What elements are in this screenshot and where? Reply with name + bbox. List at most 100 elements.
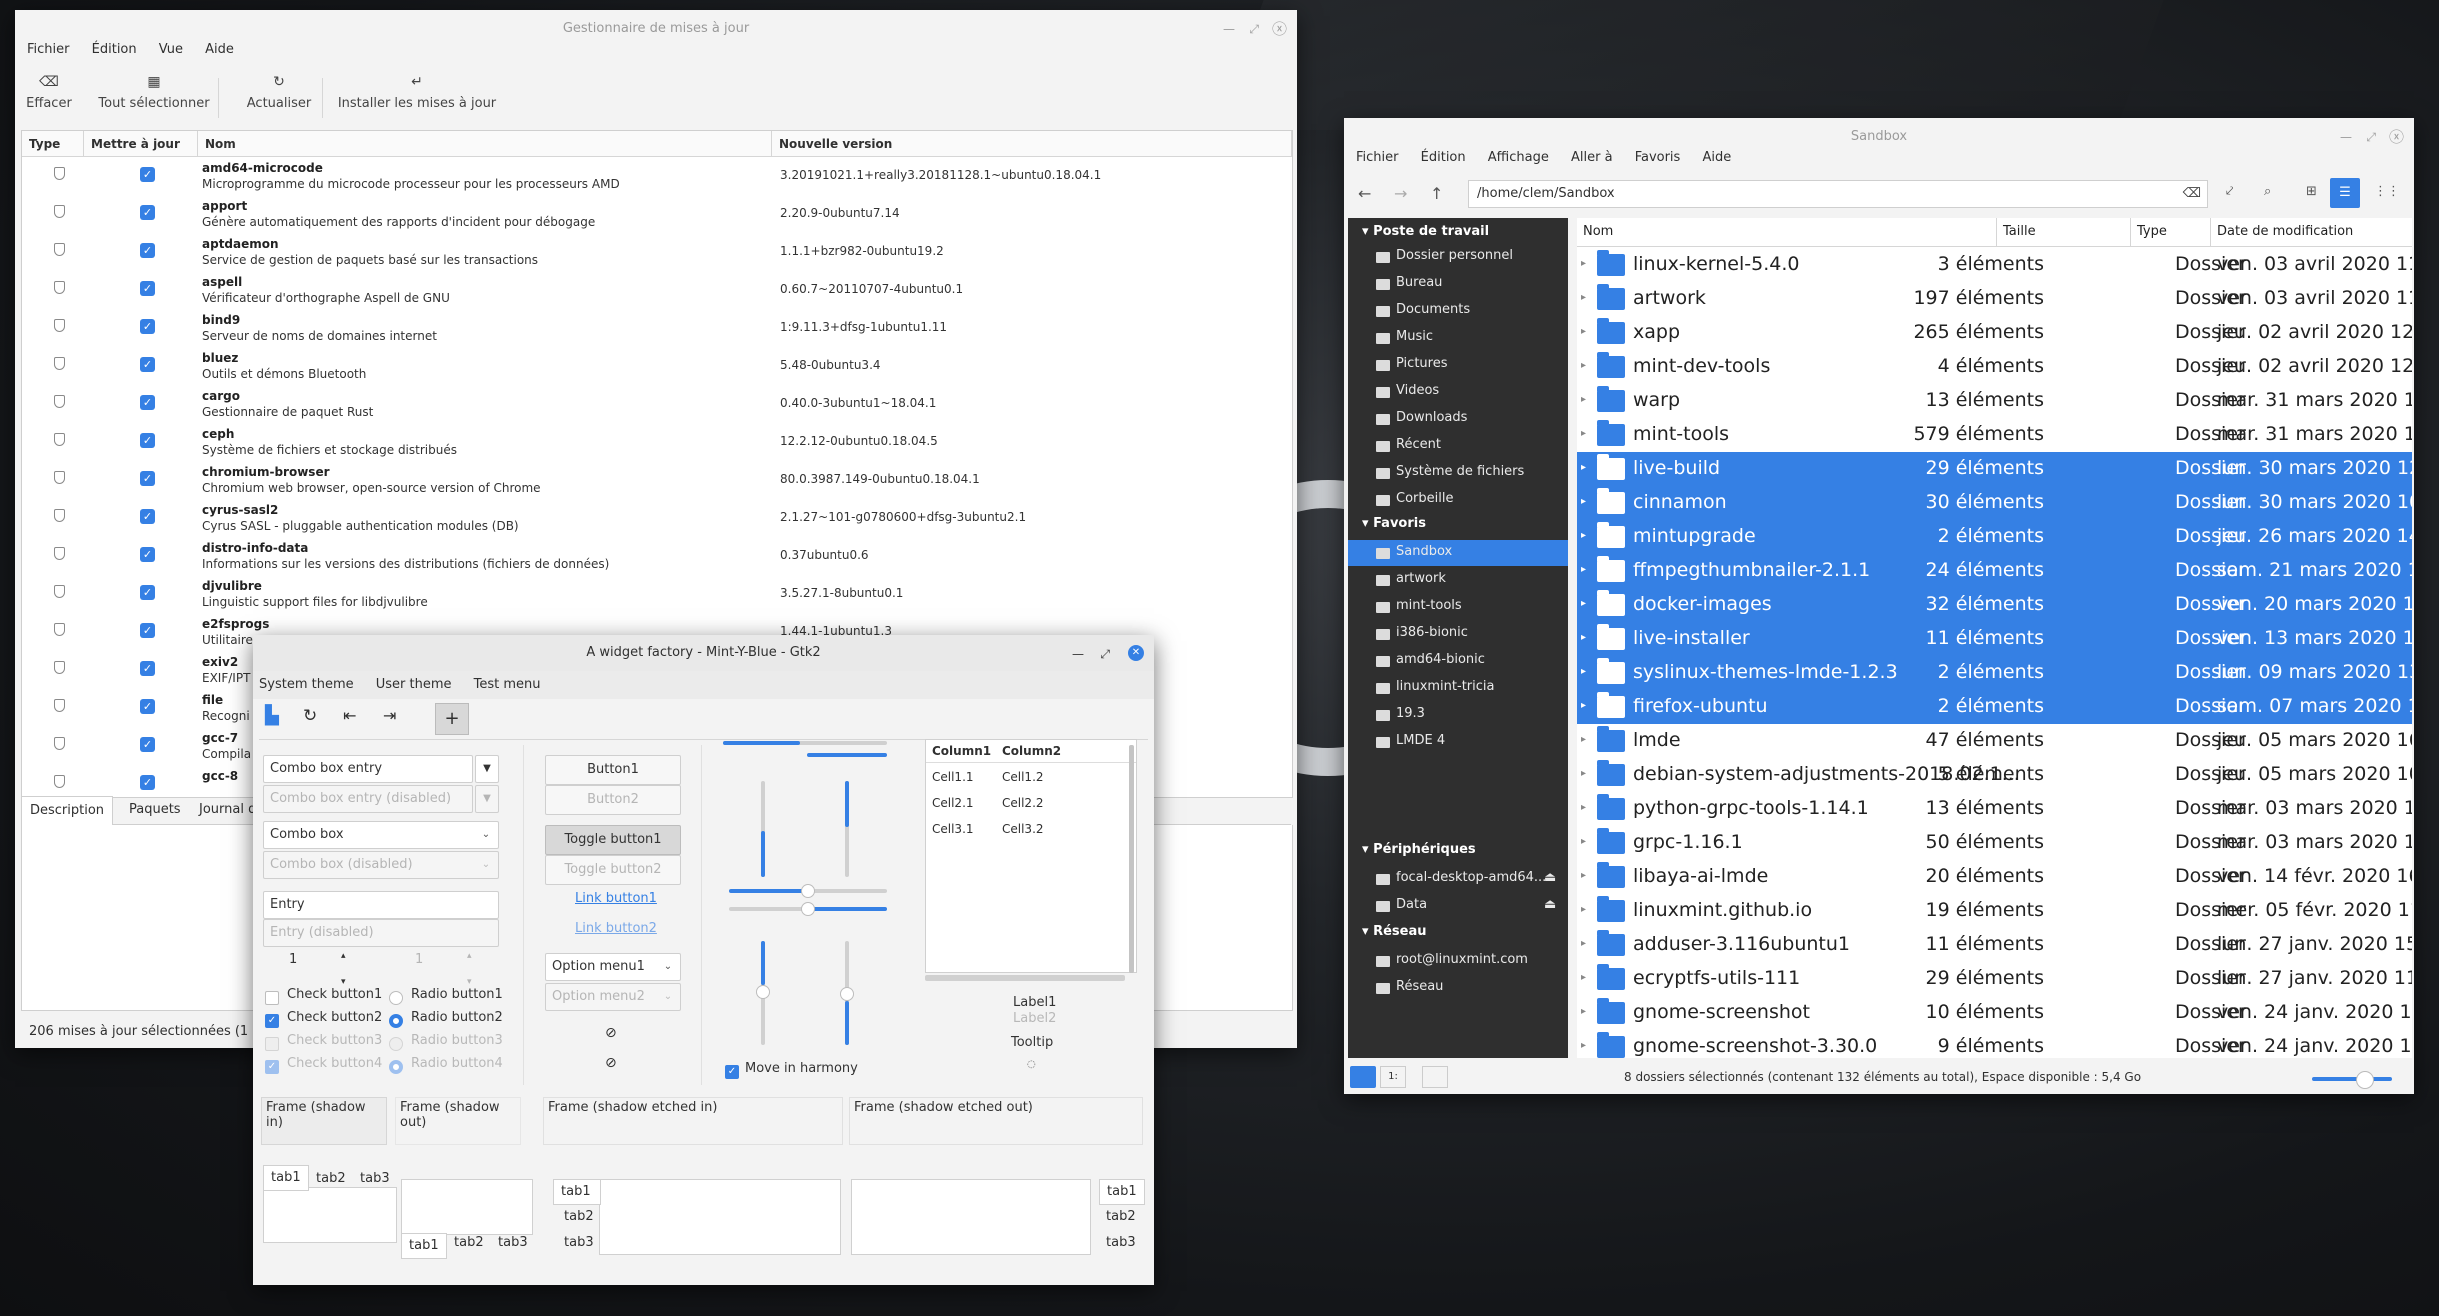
expander-icon[interactable]: ▸ [1581, 870, 1586, 881]
sidebar-item[interactable]: Réseau [1396, 979, 1443, 994]
sidebar-section-computer[interactable]: ▾ Poste de travail [1362, 224, 1489, 239]
check-button2[interactable]: ✓ [265, 1014, 279, 1028]
expander-icon[interactable]: ▸ [1581, 836, 1586, 847]
column-update[interactable]: Mettre à jour [84, 131, 198, 157]
expander-icon[interactable]: ▸ [1581, 496, 1586, 507]
file-row[interactable]: ▸ docker-images 32 éléments Dossier ven. 20 … [1577, 588, 2412, 622]
clear-path-icon[interactable]: ⌫ [2183, 181, 2201, 207]
file-row[interactable]: ▸ artwork 197 éléments Dossier ven. 03 avril… [1577, 282, 2412, 316]
sidebar-item[interactable]: focal-desktop-amd64... [1396, 870, 1546, 885]
radio-button1[interactable] [389, 991, 403, 1005]
column-name[interactable]: Nom [198, 131, 772, 157]
sidebar-item[interactable]: linuxmint-tricia [1396, 679, 1494, 694]
sidebar-item[interactable]: mint-tools [1396, 598, 1462, 613]
update-checkbox[interactable]: ✓ [140, 281, 155, 296]
file-row[interactable]: ▸ mint-dev-tools 4 éléments Dossier jeu. 02 … [1577, 350, 2412, 384]
zoom-slider-knob[interactable] [2356, 1071, 2374, 1089]
update-checkbox[interactable]: ✓ [140, 623, 155, 638]
sidebar-item[interactable]: artwork [1396, 571, 1446, 586]
menu-aide[interactable]: Aide [205, 42, 234, 57]
column-new-version[interactable]: Nouvelle version [772, 131, 1292, 157]
select-all-button[interactable]: ▦ Tout sélectionner [89, 74, 219, 111]
combo-box[interactable]: Combo box ⌄ [263, 821, 499, 849]
sidebar-item[interactable]: i386-bionic [1396, 625, 1468, 640]
menu-affichage[interactable]: Affichage [1488, 150, 1549, 165]
sidebar-item[interactable]: Downloads [1396, 410, 1467, 425]
update-row[interactable]: ✓ distro-info-data Informations sur les ve… [22, 539, 1292, 577]
goto-first-icon[interactable]: ⇤ [343, 706, 356, 725]
update-checkbox[interactable]: ✓ [140, 471, 155, 486]
hscale-track[interactable] [809, 889, 887, 893]
button1[interactable]: Button1 [545, 755, 681, 785]
expander-icon[interactable]: ▸ [1581, 598, 1586, 609]
sidebar-item[interactable]: Videos [1396, 383, 1439, 398]
sidebar-item[interactable]: Music [1396, 329, 1433, 344]
update-checkbox[interactable]: ✓ [140, 167, 155, 182]
nb4-tab1[interactable]: tab1 [1099, 1179, 1145, 1205]
expander-icon[interactable]: ▸ [1581, 428, 1586, 439]
combo-entry-dropdown[interactable]: ▼ [475, 755, 499, 783]
expander-icon[interactable]: ▸ [1581, 904, 1586, 915]
expander-icon[interactable]: ▸ [1581, 462, 1586, 473]
update-row[interactable]: ✓ amd64-microcode Microprogramme du microc… [22, 159, 1292, 197]
up-icon[interactable]: ↑ [1430, 184, 1443, 203]
show-tree-button[interactable]: 1: [1380, 1066, 1406, 1088]
sidebar-item[interactable]: Système de fichiers [1396, 464, 1524, 479]
menu-user-theme[interactable]: User theme [376, 677, 452, 692]
file-row[interactable]: ▸ ffmpegthumbnailer-2.1.1 24 éléments Dossi… [1577, 554, 2412, 588]
menu-edition[interactable]: Édition [92, 42, 137, 57]
file-row[interactable]: ▸ ecryptfs-utils-111 29 éléments Dossier lun… [1577, 962, 2412, 996]
hscale-knob-2[interactable] [801, 902, 815, 916]
update-row[interactable]: ✓ apport Génère automatiquement des rappor… [22, 197, 1292, 235]
update-checkbox[interactable]: ✓ [140, 661, 155, 676]
update-checkbox[interactable]: ✓ [140, 509, 155, 524]
eject-icon[interactable]: ⏏ [1544, 897, 1556, 912]
tree-col1[interactable]: Column1 [932, 740, 991, 762]
expander-icon[interactable]: ▸ [1581, 972, 1586, 983]
move-in-harmony-check[interactable]: ✓ [725, 1065, 739, 1079]
file-row[interactable]: ▸ cinnamon 30 éléments Dossier lun. 30 mars … [1577, 486, 2412, 520]
tree-view[interactable]: Column1 Column2 Cell1.1 Cell1.2 Cell2.1 Cel… [925, 739, 1137, 973]
menu-system-theme[interactable]: System theme [259, 677, 354, 692]
expander-icon[interactable]: ▸ [1581, 734, 1586, 745]
file-list[interactable]: Nom Taille Type Date de modification ▸ li… [1577, 218, 2412, 1058]
update-checkbox[interactable]: ✓ [140, 585, 155, 600]
menu-aide[interactable]: Aide [1702, 150, 1731, 165]
file-row[interactable]: ▸ mintupgrade 2 éléments Dossier jeu. 26 mar… [1577, 520, 2412, 554]
update-checkbox[interactable]: ✓ [140, 319, 155, 334]
nb4-tab2[interactable]: tab2 [1099, 1205, 1143, 1229]
refresh-icon[interactable]: ↻ [303, 706, 317, 726]
forward-icon[interactable]: → [1394, 184, 1407, 203]
sidebar-section-devices[interactable]: ▾ Périphériques [1362, 842, 1476, 857]
hide-sidebar-button[interactable] [1422, 1066, 1448, 1088]
update-checkbox[interactable]: ✓ [140, 357, 155, 372]
update-row[interactable]: ✓ ceph Système de fichiers et stockage dis… [22, 425, 1292, 463]
update-checkbox[interactable]: ✓ [140, 395, 155, 410]
vscale-knob-3[interactable] [756, 985, 770, 999]
menu-edition[interactable]: Édition [1421, 150, 1466, 165]
nb2-tab3[interactable]: tab3 [491, 1231, 535, 1255]
tree-cell[interactable]: Cell1.2 [1002, 770, 1044, 784]
tab-packages[interactable]: Paquets [121, 796, 189, 824]
sidebar-section-network[interactable]: ▾ Réseau [1362, 924, 1426, 939]
menu-favoris[interactable]: Favoris [1635, 150, 1681, 165]
sidebar-section-favorites[interactable]: ▾ Favoris [1362, 516, 1426, 531]
update-checkbox[interactable]: ✓ [140, 547, 155, 562]
tree-col2[interactable]: Column2 [1002, 740, 1061, 762]
nb4-tab3[interactable]: tab3 [1099, 1231, 1143, 1255]
compact-view-icon[interactable]: ⋮⋮ [2374, 184, 2400, 199]
update-checkbox[interactable]: ✓ [140, 243, 155, 258]
eject-icon[interactable]: ⏏ [1544, 870, 1556, 885]
link-button1[interactable]: Link button1 [575, 891, 657, 906]
hscale-track-2[interactable] [729, 907, 809, 911]
file-row[interactable]: ▸ firefox-ubuntu 2 éléments Dossier sam. 07 … [1577, 690, 2412, 724]
expander-icon[interactable]: ▸ [1581, 1006, 1586, 1017]
menu-test[interactable]: Test menu [474, 677, 541, 692]
expander-icon[interactable]: ▸ [1581, 326, 1586, 337]
zoom-slider-track[interactable] [2312, 1077, 2392, 1081]
combo-entry[interactable]: Combo box entry [263, 755, 473, 783]
refresh-button[interactable]: ↻ Actualiser [229, 74, 329, 111]
minimize-button[interactable]: — [1072, 635, 1084, 673]
column-nom[interactable]: Nom [1577, 218, 1997, 246]
expander-icon[interactable]: ▸ [1581, 666, 1586, 677]
